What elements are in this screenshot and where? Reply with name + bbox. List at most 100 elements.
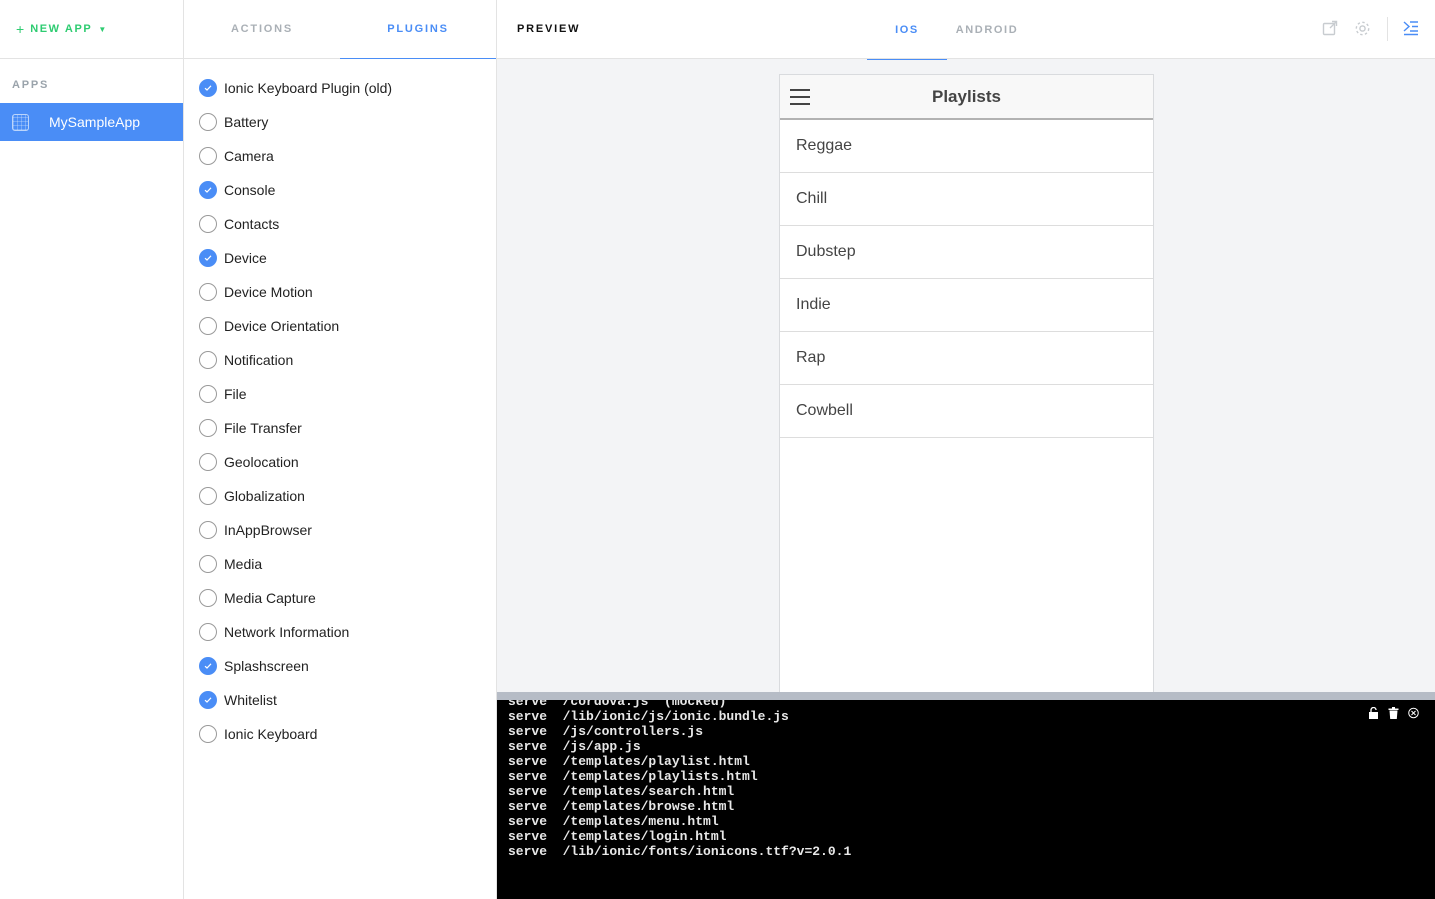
app-window: + NEW APP ▼ APPS MySampleApp ACTIONS PLU… <box>0 0 1435 899</box>
new-app-label: NEW APP <box>30 23 93 35</box>
panel-tabs: ACTIONS PLUGINS <box>184 0 496 59</box>
trash-icon[interactable] <box>1388 707 1399 719</box>
plugin-item[interactable]: Ionic Keyboard <box>184 717 496 751</box>
playlist-item[interactable]: Rap <box>780 332 1153 385</box>
plugin-item[interactable]: Console <box>184 173 496 207</box>
checkbox-unchecked-icon[interactable] <box>199 317 217 335</box>
tab-ios[interactable]: IOS <box>867 0 947 60</box>
playlist-item[interactable]: Indie <box>780 279 1153 332</box>
preview-area: PREVIEW IOS ANDROID Playlists Reggae Chil… <box>497 0 1435 899</box>
plugin-item[interactable]: Device Motion <box>184 275 496 309</box>
plugin-item[interactable]: Media Capture <box>184 581 496 615</box>
preview-title: PREVIEW <box>517 23 581 35</box>
plugin-item[interactable]: Contacts <box>184 207 496 241</box>
playlist-list: Reggae Chill Dubstep Indie Rap Cowbell <box>780 120 1153 438</box>
plugin-label: Media <box>224 556 263 572</box>
plugin-item[interactable]: Geolocation <box>184 445 496 479</box>
new-app-button[interactable]: + NEW APP ▼ <box>16 21 106 37</box>
plugin-label: Device <box>224 250 267 266</box>
checkbox-unchecked-icon[interactable] <box>199 589 217 607</box>
caret-down-icon: ▼ <box>98 24 107 34</box>
checkbox-unchecked-icon[interactable] <box>199 385 217 403</box>
plugin-label: Camera <box>224 148 274 164</box>
checkbox-unchecked-icon[interactable] <box>199 725 217 743</box>
console-toolbar <box>1368 707 1419 719</box>
plugin-item[interactable]: Media <box>184 547 496 581</box>
plugin-item[interactable]: Network Information <box>184 615 496 649</box>
app-item-mysampleapp[interactable]: MySampleApp <box>0 103 183 141</box>
plugin-label: File Transfer <box>224 420 302 436</box>
playlist-item[interactable]: Chill <box>780 173 1153 226</box>
console-line: serve /templates/playlists.html <box>508 769 758 784</box>
sidebar-header: + NEW APP ▼ <box>0 0 183 59</box>
checkbox-unchecked-icon[interactable] <box>199 351 217 369</box>
checkbox-unchecked-icon[interactable] <box>199 453 217 471</box>
checkbox-unchecked-icon[interactable] <box>199 419 217 437</box>
console-line: serve /js/app.js <box>508 739 641 754</box>
plugin-label: Notification <box>224 352 294 368</box>
console-line: serve /templates/browse.html <box>508 799 735 814</box>
close-circle-icon[interactable] <box>1408 707 1419 719</box>
tab-android[interactable]: ANDROID <box>947 0 1027 59</box>
plugin-item[interactable]: Splashscreen <box>184 649 496 683</box>
plugin-item[interactable]: Notification <box>184 343 496 377</box>
checkbox-checked-icon[interactable] <box>199 657 217 675</box>
tab-actions[interactable]: ACTIONS <box>184 0 340 58</box>
header-divider <box>1387 17 1388 41</box>
console-line: serve /lib/ionic/fonts/ionicons.ttf?v=2.… <box>508 844 852 859</box>
console-line: serve /cordova.js (mocked) <box>508 694 727 709</box>
external-link-icon[interactable] <box>1320 18 1340 38</box>
tab-plugins[interactable]: PLUGINS <box>340 0 496 59</box>
plugin-label: File <box>224 386 247 402</box>
checkbox-checked-icon[interactable] <box>199 249 217 267</box>
os-tabs: IOS ANDROID <box>867 0 1027 60</box>
plugin-item[interactable]: Battery <box>184 105 496 139</box>
checkbox-unchecked-icon[interactable] <box>199 521 217 539</box>
plugin-label: Ionic Keyboard Plugin (old) <box>224 80 393 96</box>
checkbox-checked-icon[interactable] <box>199 691 217 709</box>
plugin-item[interactable]: File Transfer <box>184 411 496 445</box>
plugin-item[interactable]: Ionic Keyboard Plugin (old) <box>184 71 496 105</box>
hamburger-menu-icon[interactable] <box>790 89 810 105</box>
plugin-item[interactable]: Globalization <box>184 479 496 513</box>
device-preview: Playlists Reggae Chill Dubstep Indie Rap Cowb… <box>779 74 1154 694</box>
gear-icon[interactable] <box>1352 18 1372 38</box>
plugins-panel: ACTIONS PLUGINS Ionic Keyboard Plugin (o… <box>184 0 497 899</box>
playlist-item[interactable]: Reggae <box>780 120 1153 173</box>
unlock-icon[interactable] <box>1368 707 1379 719</box>
checkbox-unchecked-icon[interactable] <box>199 113 217 131</box>
checkbox-unchecked-icon[interactable] <box>199 623 217 641</box>
plugin-item[interactable]: Whitelist <box>184 683 496 717</box>
plugin-list: Ionic Keyboard Plugin (old) Battery Camera… <box>184 59 496 751</box>
plugin-label: Splashscreen <box>224 658 309 674</box>
plugin-label: Console <box>224 182 276 198</box>
console-line: serve /templates/menu.html <box>508 814 719 829</box>
console-line: serve /templates/login.html <box>508 829 727 844</box>
plugin-item[interactable]: Device <box>184 241 496 275</box>
checkbox-unchecked-icon[interactable] <box>199 215 217 233</box>
collapse-panel-icon[interactable] <box>1401 18 1421 38</box>
plugin-label: Whitelist <box>224 692 277 708</box>
app-grid-icon <box>12 113 29 131</box>
checkbox-unchecked-icon[interactable] <box>199 283 217 301</box>
checkbox-unchecked-icon[interactable] <box>199 147 217 165</box>
plugin-item[interactable]: File <box>184 377 496 411</box>
apps-sidebar: + NEW APP ▼ APPS MySampleApp <box>0 0 184 899</box>
playlist-item[interactable]: Cowbell <box>780 385 1153 438</box>
plugin-item[interactable]: Device Orientation <box>184 309 496 343</box>
plugin-label: Ionic Keyboard <box>224 726 318 742</box>
console-output: serve /cordova.js (mocked) serve /lib/ion… <box>497 694 1435 859</box>
plus-icon: + <box>16 21 25 37</box>
console-line: serve /templates/search.html <box>508 784 735 799</box>
plugin-item[interactable]: InAppBrowser <box>184 513 496 547</box>
preview-header: PREVIEW IOS ANDROID <box>497 0 1435 60</box>
checkbox-unchecked-icon[interactable] <box>199 487 217 505</box>
playlist-item[interactable]: Dubstep <box>780 226 1153 279</box>
checkbox-unchecked-icon[interactable] <box>199 555 217 573</box>
plugin-label: Contacts <box>224 216 280 232</box>
checkbox-checked-icon[interactable] <box>199 181 217 199</box>
checkbox-checked-icon[interactable] <box>199 79 217 97</box>
apps-section-label: APPS <box>12 79 50 91</box>
plugin-item[interactable]: Camera <box>184 139 496 173</box>
plugin-label: Media Capture <box>224 590 316 606</box>
